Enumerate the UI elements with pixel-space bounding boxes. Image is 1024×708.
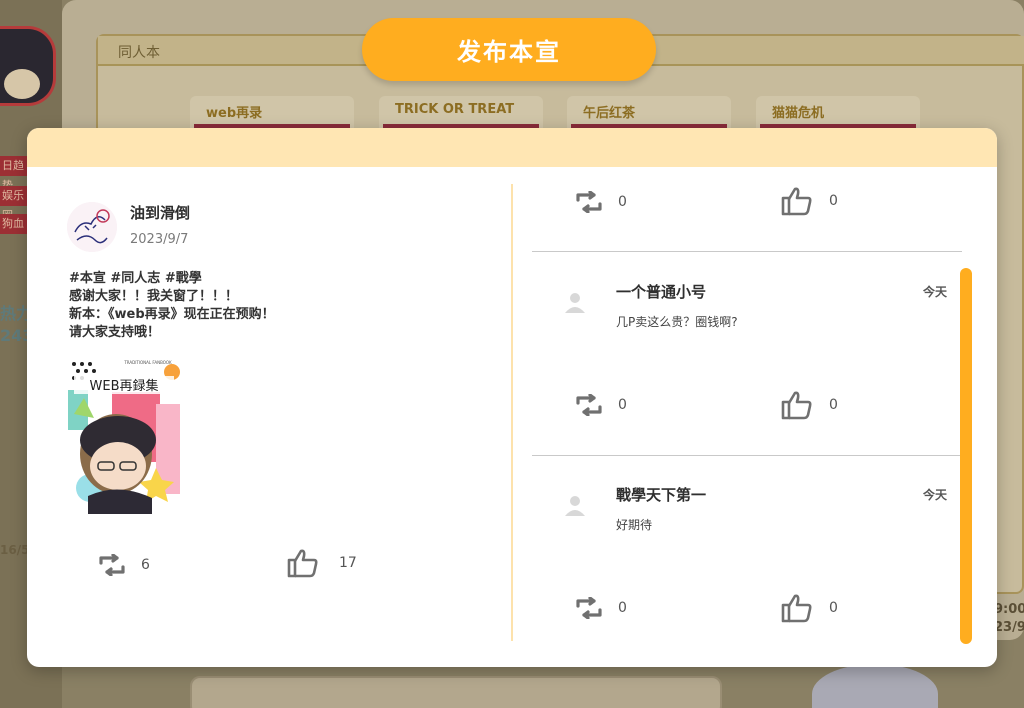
thumbs-up-icon [781,186,813,216]
player-avatar [0,26,56,106]
thumbs-up-icon [781,593,813,623]
post-content-line: 新本：《web再录》现在正在预购！ [69,307,275,322]
repost-icon [97,554,127,576]
comment-time: 今天 [923,285,948,299]
comment-divider [532,455,962,456]
post-content-line: 请大家支持哦！ [69,325,161,340]
background-card-title: 午后红茶 [583,106,636,121]
comment-like-count: 0 [829,397,838,413]
comment-author[interactable]: 一个普通小号 [616,281,706,302]
post-author-name[interactable]: 油到滑倒 [130,202,190,223]
thumbs-up-icon [287,548,319,578]
post-content-line: 感谢大家！！我关窗了！！！ [69,289,239,304]
repost-icon [574,394,604,416]
cover-small-text: TRADITIONAL FANBOOK [123,360,172,365]
comment-like-button[interactable]: 0 [781,593,838,623]
comment-repost-button[interactable]: 0 [574,597,627,619]
comments-scrollbar[interactable] [960,268,972,644]
left-badge: 娱乐圈 [0,186,30,222]
repost-icon [574,597,604,619]
comment-repost-button[interactable]: 0 [574,191,627,213]
post-like-button[interactable]: 17 [287,548,357,578]
comment-repost-count: 0 [618,600,627,616]
thumbs-up-icon [781,390,813,420]
post-author-avatar[interactable] [67,202,117,252]
right-date: 23/9 [994,620,1024,635]
column-divider [511,184,513,641]
post-content-line: #本宣 #同人志 #戰學 [69,271,202,286]
repost-icon [574,191,604,213]
post-repost-count: 6 [141,557,150,573]
left-badge: 日趋势 [0,156,30,192]
post-like-count: 17 [339,555,357,571]
comment-like-button[interactable]: 0 [781,390,838,420]
post-image-book-cover[interactable]: WEB再録集 TRADITIONAL FANBOOK [68,358,180,514]
coffee-cup [812,664,938,708]
comment-like-button[interactable]: 0 [781,186,838,216]
comment-like-count: 0 [829,600,838,616]
comment-author[interactable]: 戰學天下第一 [616,484,706,505]
post-date: 2023/9/7 [130,232,189,247]
comment-text: 好期待 [616,518,653,532]
comment-like-count: 0 [829,193,838,209]
background-tab-label: 同人本 [118,45,160,61]
right-clock: 9:00 [994,602,1024,617]
left-badge: 狗血 [0,214,30,234]
post-detail-modal: 油到滑倒 2023/9/7 #本宣 #同人志 #戰學 感谢大家！！我关窗了！！！… [27,128,997,667]
comment-time: 今天 [923,488,948,502]
post-content: #本宣 #同人志 #戰學 感谢大家！！我关窗了！！！ 新本：《web再录》现在正… [69,270,489,342]
comment-repost-button[interactable]: 0 [574,394,627,416]
comment-divider [532,251,962,252]
keyboard [190,676,722,708]
comment-text: 几P卖这么贵？圈钱啊? [616,315,738,329]
user-silhouette-icon[interactable] [562,492,588,518]
modal-header [27,128,997,167]
cover-title: WEB再録集 [90,378,159,394]
background-card-title: web再录 [206,106,263,121]
comment-repost-count: 0 [618,194,627,210]
background-card-title: TRICK OR TREAT [395,102,515,117]
background-card-title: 猫猫危机 [772,106,825,121]
publish-promo-button[interactable]: 发布本宣 [362,18,656,81]
post-repost-button[interactable]: 6 [97,554,150,576]
user-silhouette-icon[interactable] [562,289,588,315]
comment-repost-count: 0 [618,397,627,413]
